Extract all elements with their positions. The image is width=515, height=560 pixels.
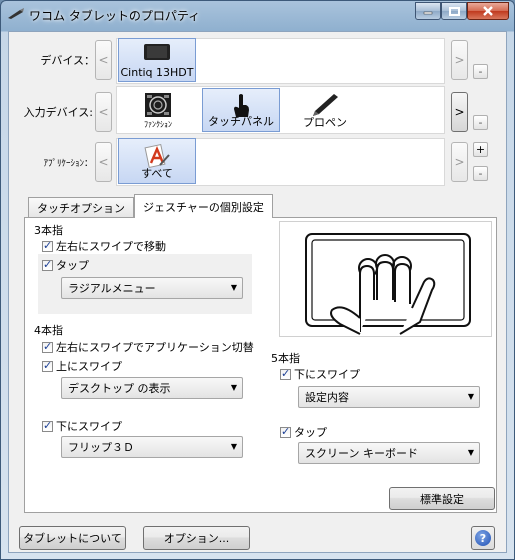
four-finger-swipe-up-checkbox[interactable]: 上にスワイプ <box>42 358 122 374</box>
minus-icon: - <box>478 116 483 129</box>
three-finger-tap-label: タップ <box>56 259 89 272</box>
all-apps-icon <box>144 143 170 169</box>
dropdown-arrow-icon: ▼ <box>467 448 474 457</box>
four-finger-swipe-down-checkbox[interactable]: 下にスワイプ <box>42 418 122 434</box>
device-tile-label: Cintiq 13HDT <box>120 66 194 79</box>
chevron-left-icon: < <box>98 155 109 169</box>
input-remove-button[interactable]: - <box>473 115 488 130</box>
five-finger-tap-select[interactable]: スクリーン キーボード ▼ <box>298 442 480 464</box>
checkbox-checked-icon <box>280 367 291 380</box>
three-finger-tap-value: ラジアルメニュー <box>68 282 156 295</box>
input-prev-button[interactable]: < <box>95 92 112 132</box>
pen-tablet-icon <box>8 8 24 19</box>
dropdown-arrow-icon: ▼ <box>230 442 237 451</box>
plus-icon: + <box>475 143 486 156</box>
default-settings-button[interactable]: 標準設定 <box>389 487 495 510</box>
options-button[interactable]: オプション... <box>143 526 250 550</box>
app-remove-button[interactable]: - <box>473 166 488 181</box>
checkbox-checked-icon <box>42 239 53 252</box>
five-finger-swipe-down-select[interactable]: 設定内容 ▼ <box>298 386 480 408</box>
checkbox-checked-icon <box>42 359 53 372</box>
gesture-preview <box>279 221 492 337</box>
four-finger-swipe-lr-label: 左右にスワイプでアプリケーション切替 <box>56 341 254 354</box>
four-finger-swipe-down-value: フリップ３Ｄ <box>68 441 134 454</box>
tablet-icon <box>144 44 170 60</box>
tab-touch-options-label: タッチオプション <box>37 201 125 215</box>
input-tile-function-label: ﾌｧﾝｸｼｮﾝ <box>144 120 172 129</box>
touch-hand-icon <box>234 94 249 117</box>
about-tablet-label: タブレットについて <box>23 532 122 545</box>
close-icon <box>483 6 493 16</box>
chevron-left-icon: < <box>98 105 109 119</box>
touch-gesture-illustration <box>305 233 471 335</box>
dropdown-arrow-icon: ▼ <box>467 392 474 401</box>
tab-gesture-settings[interactable]: ジェスチャーの個別設定 <box>134 194 273 218</box>
chevron-right-icon: > <box>454 155 465 169</box>
five-finger-swipe-down-value: 設定内容 <box>305 391 349 404</box>
window-title: ワコム タブレットのプロパティ <box>29 9 201 23</box>
pen-icon <box>313 94 338 116</box>
three-finger-tap-checkbox[interactable]: タップ <box>42 257 89 273</box>
close-button[interactable] <box>467 2 509 20</box>
chevron-right-icon: > <box>454 105 465 119</box>
checkbox-checked-icon <box>42 419 53 432</box>
device-row-label: デバイス： <box>40 54 95 67</box>
dropdown-arrow-icon: ▼ <box>230 383 237 392</box>
help-button[interactable]: ? <box>471 526 495 550</box>
properties-window: ワコム タブレットのプロパティ デバイス： < Cintiq 13HDT > -… <box>0 0 515 560</box>
app-add-button[interactable]: + <box>473 142 488 157</box>
tab-touch-options[interactable]: タッチオプション <box>28 197 134 217</box>
app-prev-button[interactable]: < <box>95 142 112 182</box>
minus-icon: - <box>478 65 483 78</box>
four-finger-swipe-up-value: デスクトップ の表示 <box>68 382 171 395</box>
device-tile-cintiq[interactable]: Cintiq 13HDT <box>118 38 196 82</box>
input-tile-pen[interactable]: プロペン <box>289 88 361 132</box>
five-finger-title: 5本指 <box>271 352 300 365</box>
three-finger-swipe-label: 左右にスワイプで移動 <box>56 240 166 253</box>
default-settings-label: 標準設定 <box>420 492 464 506</box>
five-finger-tap-label: タップ <box>294 426 327 439</box>
maximize-button[interactable] <box>441 2 467 20</box>
client-area: デバイス： < Cintiq 13HDT > - 入力デバイス: < ﾌｧﾝｸｼ… <box>8 31 507 553</box>
four-finger-title: 4本指 <box>34 324 63 337</box>
maximize-icon <box>448 6 460 16</box>
checkbox-checked-icon <box>42 258 53 271</box>
title-bar[interactable]: ワコム タブレットのプロパティ <box>1 1 514 29</box>
minimize-icon <box>423 11 433 15</box>
three-finger-tap-select[interactable]: ラジアルメニュー ▼ <box>61 277 243 299</box>
four-finger-swipe-down-label: 下にスワイプ <box>56 420 122 433</box>
checkbox-checked-icon <box>42 340 53 353</box>
minimize-button[interactable] <box>415 2 441 20</box>
device-next-button[interactable]: > <box>451 40 468 80</box>
five-finger-tap-checkbox[interactable]: タップ <box>280 424 327 440</box>
four-finger-swipe-up-label: 上にスワイプ <box>56 360 122 373</box>
five-finger-swipe-down-checkbox[interactable]: 下にスワイプ <box>280 366 360 382</box>
options-label: オプション... <box>163 532 230 545</box>
chevron-right-icon: > <box>454 53 465 67</box>
dropdown-arrow-icon: ▼ <box>230 283 237 292</box>
checkbox-checked-icon <box>280 425 291 438</box>
function-keys-icon <box>145 93 171 117</box>
three-finger-title: 3本指 <box>34 224 63 237</box>
app-tile-all[interactable]: すべて <box>118 138 196 184</box>
tab-gesture-settings-label: ジェスチャーの個別設定 <box>143 200 264 214</box>
input-tile-function-keys[interactable]: ﾌｧﾝｸｼｮﾝ <box>122 88 194 132</box>
chevron-left-icon: < <box>98 53 109 67</box>
five-finger-swipe-down-label: 下にスワイプ <box>294 368 360 381</box>
device-prev-button[interactable]: < <box>95 40 112 80</box>
device-remove-button[interactable]: - <box>473 64 488 79</box>
four-finger-swipe-up-select[interactable]: デスクトップ の表示 ▼ <box>61 377 243 399</box>
about-tablet-button[interactable]: タブレットについて <box>19 526 126 550</box>
application-row-label: ｱﾌﾟﾘｹｰｼｮﾝ： <box>43 159 93 169</box>
four-finger-swipe-lr-checkbox[interactable]: 左右にスワイプでアプリケーション切替 <box>42 339 254 355</box>
five-finger-tap-value: スクリーン キーボード <box>305 447 418 460</box>
help-icon: ? <box>475 530 491 546</box>
four-finger-swipe-down-select[interactable]: フリップ３Ｄ ▼ <box>61 436 243 458</box>
input-next-button[interactable]: > <box>451 92 468 132</box>
app-next-button[interactable]: > <box>451 142 468 182</box>
minus-icon: - <box>478 167 483 180</box>
three-finger-swipe-checkbox[interactable]: 左右にスワイプで移動 <box>42 238 166 254</box>
input-device-row-label: 入力デバイス: <box>23 106 93 119</box>
input-tile-touch[interactable]: タッチパネル <box>202 88 280 132</box>
